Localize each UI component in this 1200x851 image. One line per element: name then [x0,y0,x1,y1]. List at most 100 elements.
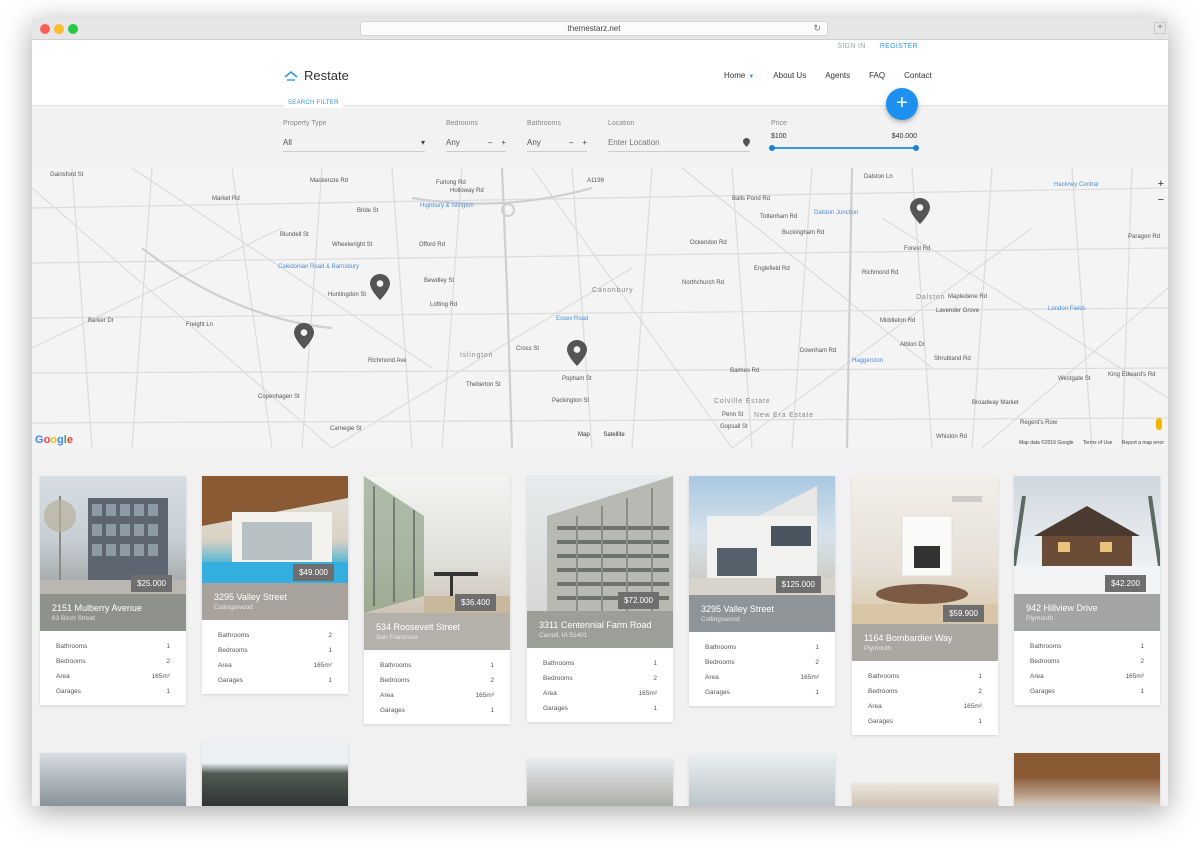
nav-contact[interactable]: Contact [904,71,932,80]
property-card[interactable]: $59.900 1164 Bombardier Way Plymouth Bat… [852,476,998,735]
logo-text: Restate [304,68,349,83]
zoom-in-button[interactable]: + [1158,176,1164,192]
minimize-window-button[interactable] [54,24,64,34]
property-card[interactable]: $125.000 3295 Valley Street Collingswood… [689,476,835,706]
bathrooms-minus-button[interactable]: – [569,138,573,147]
map-pin-icon[interactable] [567,340,587,366]
street-label: Middleton Rd [880,318,916,324]
property-map[interactable]: Gainsford St Mackenzie Rd Bride St Furlo… [32,168,1168,448]
close-window-button[interactable] [40,24,50,34]
street-label: Wheelwright St [332,242,373,248]
spec-label: Bedrooms [218,647,248,654]
property-card[interactable] [689,754,835,806]
spec-label: Bathrooms [543,660,575,667]
map-pin-icon[interactable] [294,323,314,349]
map-pin-icon[interactable] [910,198,930,224]
price-max-handle[interactable] [913,145,919,151]
bathrooms-value: 1 [978,673,982,680]
area-label: Islington [460,352,494,359]
spec-label: Bedrooms [1030,658,1060,665]
street-label: Forest Rd [904,246,931,252]
auth-links: SIGN IN REGISTER [825,43,918,50]
report-map-error-link[interactable]: Report a map error [1122,440,1164,446]
spec-row: Bedrooms 2 [543,675,657,682]
maximize-window-button[interactable] [68,24,78,34]
spec-row: Bathrooms 1 [56,643,170,650]
bedrooms-plus-button[interactable]: + [501,138,506,147]
property-type-select[interactable]: All ▾ [283,138,425,152]
nav-agents[interactable]: Agents [825,71,850,80]
site-logo[interactable]: Restate [284,68,349,83]
property-title: 3295 Valley Street [214,592,287,602]
spec-row: Area 165m² [56,673,170,680]
add-listing-button[interactable]: + [886,88,918,120]
bedrooms-minus-button[interactable]: – [488,138,492,147]
location-input[interactable]: Enter Location [608,138,750,152]
street-label: Carnegie St [330,426,362,432]
area-value: 165m² [313,662,332,669]
property-title: 942 Hillview Drive [1026,603,1098,613]
property-specs: Bathrooms 1 Bedrooms 2 Area 165m² Garages 1 [40,631,186,705]
address-bar[interactable]: themestarz.net ↻ [360,21,828,36]
spec-row: Garages 1 [543,705,657,712]
map-type-map-button[interactable]: Map [578,432,590,438]
map-pin-icon[interactable] [370,274,390,300]
property-photo [527,476,673,611]
property-card[interactable]: $72.000 3311 Centennial Farm Road Carrol… [527,476,673,722]
spec-row: Garages 1 [56,688,170,695]
bathrooms-plus-button[interactable]: + [582,138,587,147]
price-badge: $59.900 [943,605,984,622]
street-label: Tottenham Rd [760,214,798,220]
property-card[interactable] [852,783,998,806]
street-label: Packington St [552,398,590,404]
street-label: Furlong Rd [436,180,466,186]
search-filter-tab[interactable]: SEARCH FILTER [284,98,343,108]
property-card[interactable] [202,742,348,806]
new-tab-button[interactable]: + [1154,22,1166,34]
register-link[interactable]: REGISTER [880,43,918,50]
spec-label: Bathrooms [868,673,900,680]
spec-row: Bathrooms 1 [1030,643,1144,650]
street-label: Richmond Rd [862,270,899,276]
bedrooms-stepper[interactable]: Any – + [446,138,506,152]
property-card[interactable] [40,753,186,806]
terms-of-use-link[interactable]: Terms of Use [1083,440,1112,446]
spec-row: Bathrooms 1 [380,662,494,669]
property-card[interactable]: $36.400 534 Roosevelt Street San Francis… [364,476,510,724]
street-label: Gainsford St [50,172,84,178]
property-address: Plymouth [1026,615,1054,622]
bathrooms-value: 1 [815,644,819,651]
street-label: Englefield Rd [754,266,790,272]
map-type-satellite-button[interactable]: Satellite [603,432,624,438]
price-range-slider[interactable] [769,145,919,151]
property-card[interactable] [527,759,673,806]
location-placeholder: Enter Location [608,138,660,147]
nav-about-us[interactable]: About Us [773,71,806,80]
spec-row: Bedrooms 2 [868,688,982,695]
nav-home[interactable]: Home ▼ [724,71,754,80]
property-card[interactable] [1014,753,1160,806]
street-label: Barker Dr [88,318,114,324]
street-label: Copenhagen St [258,394,300,400]
property-card[interactable]: $42.200 942 Hillview Drive Plymouth Bath… [1014,476,1160,705]
reload-icon[interactable]: ↻ [813,22,821,35]
price-min-handle[interactable] [769,145,775,151]
sign-in-link[interactable]: SIGN IN [837,43,865,50]
street-label: Downham Rd [800,348,837,354]
nav-faq[interactable]: FAQ [869,71,885,80]
map-type-switch: Map Satellite [578,432,637,438]
street-view-pegman-icon[interactable] [1156,418,1162,430]
street-label: Mapledene Rd [948,294,988,300]
bedrooms-value: Any [446,138,460,147]
zoom-out-button[interactable]: − [1158,192,1164,208]
spec-row: Area 165m² [218,662,332,669]
bathrooms-stepper[interactable]: Any – + [527,138,587,152]
property-card[interactable]: $49.000 3295 Valley Street Collingswood … [202,476,348,694]
spec-label: Garages [56,688,81,695]
street-label: Regent's Row [1020,420,1058,426]
street-label: Market Rd [212,196,240,202]
spec-row: Bedrooms 2 [56,658,170,665]
garages-value: 1 [978,718,982,725]
property-card[interactable]: $25.000 2151 Mulberry Avenue 63 Birch St… [40,476,186,705]
price-badge: $25.000 [131,575,172,592]
